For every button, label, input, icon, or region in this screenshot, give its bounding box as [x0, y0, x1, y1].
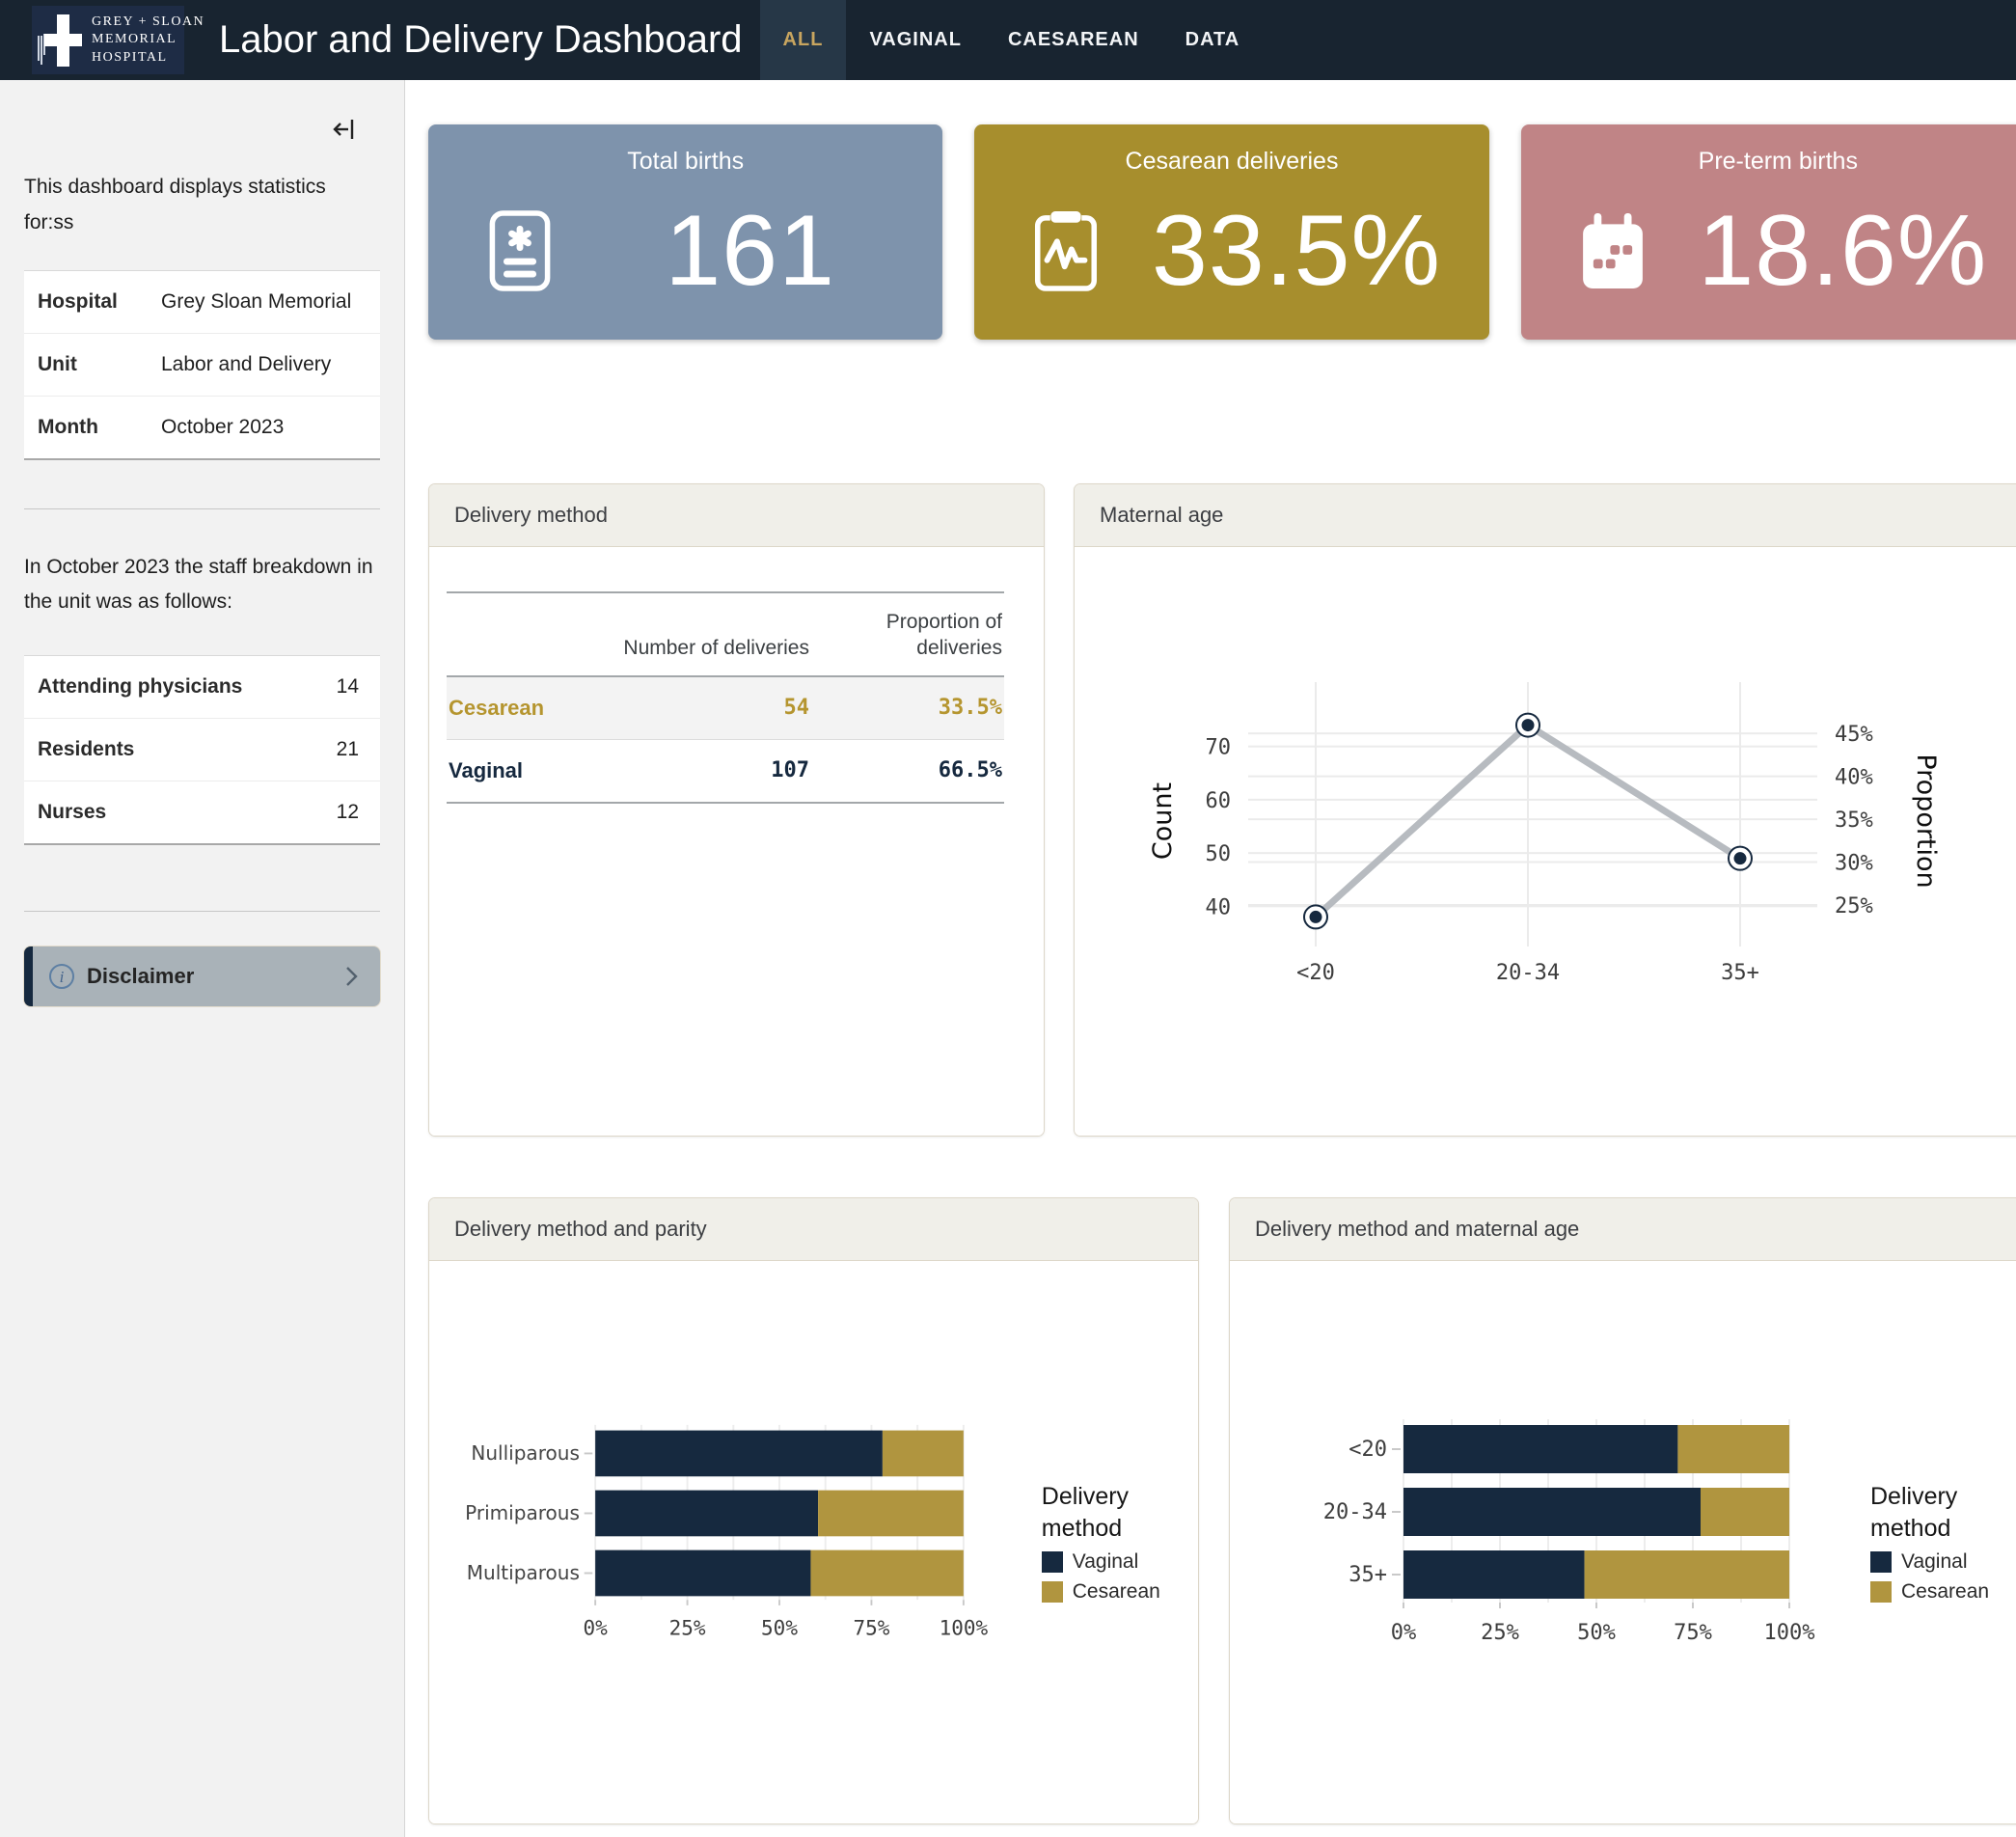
delivery-method-table: Number of deliveries Proportion of deliv…	[447, 591, 1004, 804]
vaginal-swatch	[1870, 1551, 1892, 1573]
svg-text:25%: 25%	[1481, 1621, 1519, 1645]
navbar: GREY + SLOAN MEMORIAL HOSPITAL Labor and…	[0, 0, 2016, 80]
page-title: Labor and Delivery Dashboard	[219, 18, 743, 62]
svg-text:20-34: 20-34	[1496, 961, 1560, 985]
sidebar-collapse-icon[interactable]	[330, 115, 359, 149]
nav-tabs: ALL VAGINAL CAESAREAN DATA	[760, 0, 1264, 80]
legend-item-vaginal: Vaginal	[1870, 1550, 2016, 1574]
hospital-logo-text: GREY + SLOAN MEMORIAL HOSPITAL	[92, 14, 204, 67]
table-row: Vaginal 107 66.5%	[447, 739, 1004, 803]
disclaimer-label: Disclaimer	[87, 964, 341, 989]
hospital-info-table: Hospital Grey Sloan Memorial Unit Labor …	[24, 270, 380, 460]
sidebar: This dashboard displays statistics for:s…	[0, 80, 405, 1837]
age-bar-chart: <20 20-34 35+ 0% 25% 50% 75% 100%	[1238, 1417, 1855, 1668]
chevron-right-icon	[341, 964, 361, 989]
svg-text:50%: 50%	[761, 1616, 798, 1639]
svg-text:25%: 25%	[669, 1616, 706, 1639]
svg-text:25%: 25%	[1835, 894, 1873, 918]
value-box-total-births: Total births 161	[428, 124, 942, 340]
table-row: Attending physicians 14	[24, 656, 380, 719]
table-row: Month October 2023	[24, 396, 380, 459]
maternal-age-line-chart: 40 50 60 70 25% 30% 35% 40% 45% <20 20-34 35+ Count P…	[1075, 547, 1990, 1126]
hospital-logo: GREY + SLOAN MEMORIAL HOSPITAL	[32, 6, 184, 74]
svg-text:Proportion: Proportion	[1911, 754, 1941, 888]
svg-text:i: i	[60, 968, 65, 986]
legend-title: Delivery method	[1042, 1481, 1198, 1544]
svg-text:40: 40	[1206, 895, 1232, 919]
sidebar-divider	[24, 911, 380, 912]
table-row: Hospital Grey Sloan Memorial	[24, 270, 380, 333]
svg-text:75%: 75%	[853, 1616, 889, 1639]
maternal-age-card: Maternal age 40 50 60 70 25% 30% 35% 40% 45% <20 2…	[1074, 483, 2016, 1137]
info-icon: i	[48, 963, 75, 990]
value-box-cesarean: Cesarean deliveries 33.5%	[974, 124, 1488, 340]
svg-text:70: 70	[1206, 736, 1232, 760]
svg-text:35+: 35+	[1721, 961, 1759, 985]
legend-title: Delivery method	[1870, 1481, 2016, 1544]
file-medical-icon	[482, 206, 558, 296]
svg-text:Count: Count	[1148, 782, 1178, 860]
parity-card: Delivery method and parity Nulliparous Pr…	[428, 1197, 1199, 1824]
table-row: Unit Labor and Delivery	[24, 333, 380, 396]
svg-text:100%: 100%	[1764, 1621, 1815, 1645]
svg-text:0%: 0%	[584, 1616, 609, 1639]
svg-text:0%: 0%	[1391, 1621, 1417, 1645]
legend: Delivery method Vaginal Cesarean	[1870, 1481, 2016, 1604]
main-content: Total births 161	[405, 80, 2016, 1837]
preterm-value: 18.6%	[1650, 194, 2016, 309]
svg-text:<20: <20	[1296, 961, 1335, 985]
svg-text:Multiparous: Multiparous	[467, 1561, 580, 1584]
legend-item-cesarean: Cesarean	[1042, 1580, 1198, 1604]
card-title: Delivery method and maternal age	[1230, 1198, 2016, 1261]
svg-text:50: 50	[1206, 842, 1232, 866]
svg-text:50%: 50%	[1577, 1621, 1616, 1645]
tab-caesarean[interactable]: CAESAREAN	[985, 0, 1162, 80]
cesarean-value: 33.5%	[1103, 194, 1488, 309]
table-row: Nurses 12	[24, 781, 380, 845]
delivery-method-card: Delivery method Number of deliveries Pro…	[428, 483, 1045, 1137]
svg-text:35+: 35+	[1349, 1563, 1387, 1587]
cesarean-swatch	[1870, 1581, 1892, 1603]
card-title: Delivery method	[429, 484, 1044, 547]
svg-text:20-34: 20-34	[1323, 1500, 1387, 1524]
sidebar-intro-text: This dashboard displays statistics for:s…	[24, 170, 380, 241]
cesarean-swatch	[1042, 1581, 1063, 1603]
svg-text:Primiparous: Primiparous	[465, 1501, 580, 1524]
disclaimer-button[interactable]: i Disclaimer	[24, 946, 380, 1006]
svg-text:40%: 40%	[1835, 766, 1873, 790]
svg-text:100%: 100%	[940, 1616, 989, 1639]
legend-item-vaginal: Vaginal	[1042, 1550, 1198, 1574]
svg-text:75%: 75%	[1674, 1621, 1712, 1645]
card-title: Delivery method and parity	[429, 1198, 1198, 1261]
vaginal-swatch	[1042, 1551, 1063, 1573]
parity-bar-chart: Nulliparous Primiparous Multiparous 0% 25% 50…	[437, 1417, 1026, 1668]
calendar-week-icon	[1575, 206, 1650, 296]
svg-text:60: 60	[1206, 789, 1232, 813]
table-row: Cesarean 54 33.5%	[447, 676, 1004, 740]
tab-all[interactable]: ALL	[760, 0, 847, 80]
svg-text:30%: 30%	[1835, 852, 1873, 876]
staff-intro-text: In October 2023 the staff breakdown in t…	[24, 550, 380, 621]
svg-text:<20: <20	[1349, 1438, 1387, 1462]
hospital-cross-icon	[38, 13, 88, 69]
table-row: Residents 21	[24, 719, 380, 781]
svg-text:Nulliparous: Nulliparous	[471, 1441, 580, 1465]
value-box-preterm: Pre-term births 18.6%	[1521, 124, 2016, 340]
total-births-value: 161	[558, 194, 942, 309]
tab-vaginal[interactable]: VAGINAL	[846, 0, 985, 80]
legend: Delivery method Vaginal Cesarean	[1042, 1481, 1198, 1604]
card-title: Maternal age	[1075, 484, 2016, 547]
svg-text:45%: 45%	[1835, 723, 1873, 747]
clipboard-pulse-icon	[1028, 206, 1103, 296]
legend-item-cesarean: Cesarean	[1870, 1580, 2016, 1604]
staff-table: Attending physicians 14 Residents 21 Nur…	[24, 655, 380, 845]
age-bars-card: Delivery method and maternal age <20 20-3…	[1229, 1197, 2016, 1824]
tab-data[interactable]: DATA	[1162, 0, 1264, 80]
svg-text:35%: 35%	[1835, 809, 1873, 833]
value-box-row: Total births 161	[428, 124, 2016, 340]
sidebar-divider	[24, 508, 380, 509]
